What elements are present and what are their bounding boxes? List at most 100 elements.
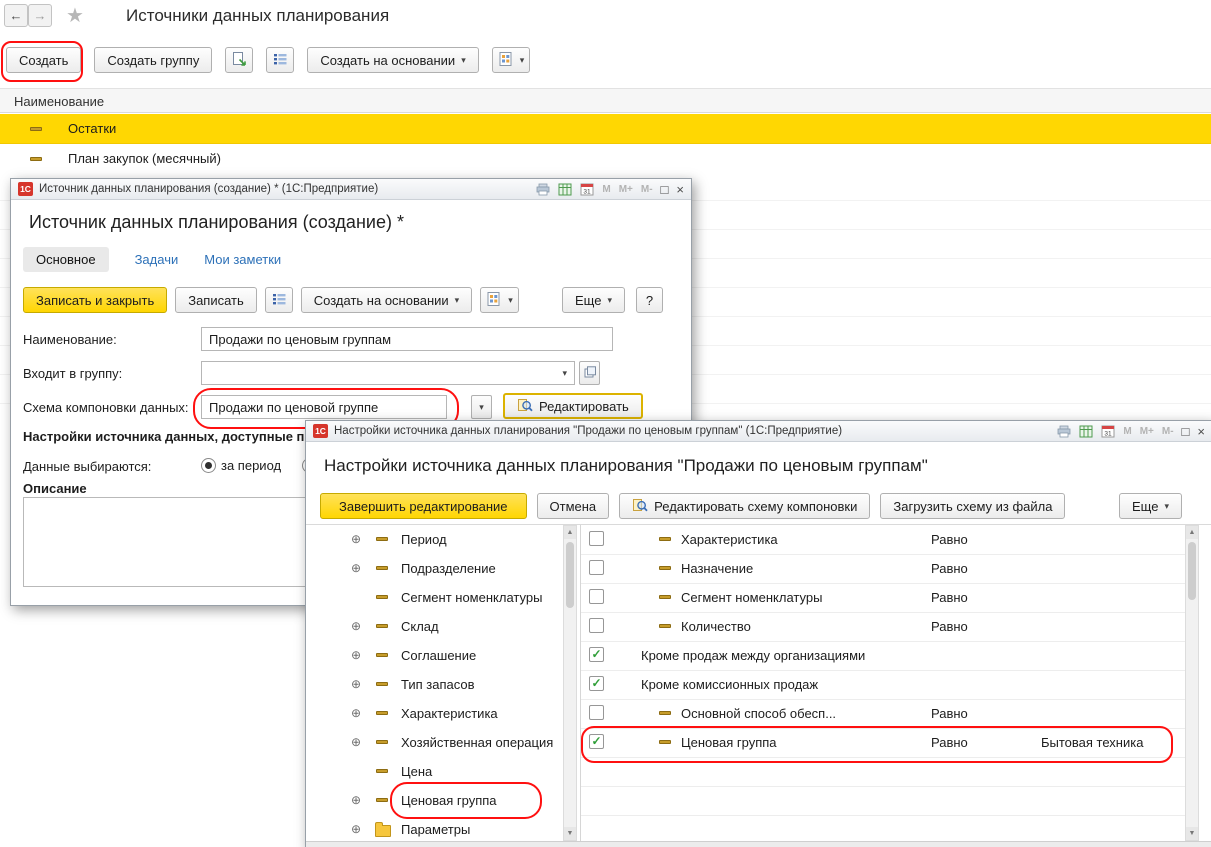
tab-notes[interactable]: Мои заметки — [204, 252, 281, 267]
memory-minus-button[interactable]: M- — [641, 184, 653, 195]
reports-menu-button[interactable]: ▾ — [492, 47, 531, 73]
filters-scrollbar[interactable]: ▲ ▼ — [1185, 525, 1199, 841]
checkbox[interactable]: ✓ — [589, 676, 604, 691]
expand-node-icon[interactable]: ⊕ — [351, 648, 361, 662]
tree-item[interactable]: ⊕Параметры — [318, 815, 563, 841]
memory-plus-button[interactable]: M+ — [619, 184, 633, 195]
checkbox[interactable] — [589, 531, 604, 546]
close-button[interactable]: × — [676, 183, 684, 196]
checkbox[interactable] — [589, 589, 604, 604]
table-row[interactable]: Остатки — [0, 114, 1211, 144]
schema-input[interactable]: Продажи по ценовой группе — [201, 395, 447, 419]
expand-node-icon[interactable]: ⊕ — [351, 532, 361, 546]
tree-item[interactable]: Сегмент номенклатуры — [318, 583, 563, 612]
expand-node-icon[interactable]: ⊕ — [351, 735, 361, 749]
checkbox[interactable]: ✓ — [589, 647, 604, 662]
load-schema-button[interactable]: Загрузить схему из файла — [880, 493, 1065, 519]
open-group-button[interactable] — [579, 361, 600, 385]
checkbox[interactable]: ✓ — [589, 734, 604, 749]
maximize-button[interactable]: □ — [661, 183, 669, 196]
create-window-titlebar[interactable]: 1С Источник данных планирования (создани… — [11, 179, 691, 200]
tree-item[interactable]: ⊕Хозяйственная операция — [318, 728, 563, 757]
more-button[interactable]: Еще ▾ — [1119, 493, 1182, 519]
group-input[interactable]: ▾ — [201, 361, 575, 385]
checkbox[interactable] — [589, 560, 604, 575]
save-button[interactable]: Записать — [175, 287, 257, 313]
tab-main[interactable]: Основное — [23, 247, 109, 272]
favorite-star-icon[interactable]: ★ — [66, 3, 84, 28]
memory-plus-button[interactable]: M+ — [1140, 426, 1154, 437]
expand-node-icon[interactable]: ⊕ — [351, 677, 361, 691]
forward-button[interactable]: → — [28, 4, 52, 27]
scroll-down-button[interactable]: ▼ — [1186, 827, 1198, 840]
print-icon[interactable] — [536, 183, 550, 196]
expand-node-icon[interactable]: ⊕ — [351, 706, 361, 720]
settings-window-titlebar[interactable]: 1С Настройки источника данных планирован… — [306, 421, 1211, 442]
finish-editing-button[interactable]: Завершить редактирование — [320, 493, 527, 519]
tree-scrollbar[interactable]: ▲ ▼ — [563, 525, 577, 841]
create-based-on-button[interactable]: Создать на основании ▾ — [307, 47, 478, 73]
scroll-thumb[interactable] — [566, 542, 574, 608]
filter-row[interactable]: КоличествоРавно — [581, 612, 1185, 642]
filter-row[interactable]: ✓Ценовая группаРавноБытовая техника — [581, 728, 1185, 758]
print-icon[interactable] — [1057, 425, 1071, 438]
create-based-on-button[interactable]: Создать на основании ▾ — [301, 287, 472, 313]
memory-minus-button[interactable]: M- — [1162, 426, 1174, 437]
filter-row[interactable]: ХарактеристикаРавно — [581, 525, 1185, 555]
tree-item[interactable]: ⊕Подразделение — [318, 554, 563, 583]
calendar-icon[interactable]: 31 — [1101, 425, 1115, 438]
calendar-icon[interactable]: 31 — [580, 183, 594, 196]
back-button[interactable]: ← — [4, 4, 28, 27]
table-row[interactable]: План закупок (месячный) — [0, 144, 1211, 174]
checkbox[interactable] — [589, 705, 604, 720]
filter-row[interactable]: ✓Кроме комиссионных продаж — [581, 670, 1185, 700]
tab-tasks[interactable]: Задачи — [135, 252, 179, 267]
expand-node-icon[interactable]: ⊕ — [351, 793, 361, 807]
copy-item-button[interactable] — [225, 47, 253, 73]
tree-item[interactable]: Цена — [318, 757, 563, 786]
filter-row[interactable]: Сегмент номенклатурыРавно — [581, 583, 1185, 613]
tree-item[interactable]: ⊕Ценовая группа — [318, 786, 563, 815]
period-radio[interactable] — [201, 458, 216, 473]
report-list-button[interactable] — [266, 47, 294, 73]
memory-m-button[interactable]: M — [602, 184, 610, 195]
create-group-button[interactable]: Создать группу — [94, 47, 212, 73]
expand-node-icon[interactable]: ⊕ — [351, 822, 361, 836]
expand-node-icon[interactable]: ⊕ — [351, 619, 361, 633]
horizontal-scrollbar[interactable] — [306, 841, 1211, 847]
scroll-up-button[interactable]: ▲ — [1186, 526, 1198, 539]
filter-row[interactable]: НазначениеРавно — [581, 554, 1185, 584]
tree-item[interactable]: ⊕Склад — [318, 612, 563, 641]
table-icon[interactable] — [558, 183, 572, 196]
report-list-icon — [271, 291, 287, 310]
list-header[interactable]: Наименование — [0, 88, 1211, 113]
schema-dropdown-button[interactable]: ▾ — [471, 395, 492, 419]
tree-item[interactable]: ⊕Тип запасов — [318, 670, 563, 699]
reports-menu-button[interactable]: ▾ — [480, 287, 519, 313]
scroll-up-button[interactable]: ▲ — [564, 526, 576, 539]
scroll-thumb[interactable] — [1188, 542, 1196, 600]
chevron-down-icon[interactable]: ▾ — [562, 369, 567, 378]
cancel-button[interactable]: Отмена — [537, 493, 610, 519]
expand-node-icon[interactable]: ⊕ — [351, 561, 361, 575]
checkbox[interactable] — [589, 618, 604, 633]
scroll-down-button[interactable]: ▼ — [564, 827, 576, 840]
create-button[interactable]: Создать — [6, 47, 81, 73]
table-icon[interactable] — [1079, 425, 1093, 438]
filter-row[interactable]: ✓Кроме продаж между организациями — [581, 641, 1185, 671]
help-button[interactable]: ? — [636, 287, 663, 313]
memory-m-button[interactable]: M — [1123, 426, 1131, 437]
report-list-button[interactable] — [265, 287, 293, 313]
save-close-button[interactable]: Записать и закрыть — [23, 287, 167, 313]
tree-item[interactable]: ⊕Характеристика — [318, 699, 563, 728]
close-button[interactable]: × — [1197, 425, 1205, 438]
name-input[interactable]: Продажи по ценовым группам — [201, 327, 613, 351]
maximize-button[interactable]: □ — [1182, 425, 1190, 438]
edit-composition-schema-button[interactable]: Редактировать схему компоновки — [619, 493, 870, 519]
row-label: План закупок (месячный) — [68, 151, 221, 166]
tree-item[interactable]: ⊕Период — [318, 525, 563, 554]
more-button[interactable]: Еще ▾ — [562, 287, 625, 313]
edit-schema-button[interactable]: Редактировать — [503, 393, 643, 419]
filter-row[interactable]: Основной способ обесп...Равно — [581, 699, 1185, 729]
tree-item[interactable]: ⊕Соглашение — [318, 641, 563, 670]
